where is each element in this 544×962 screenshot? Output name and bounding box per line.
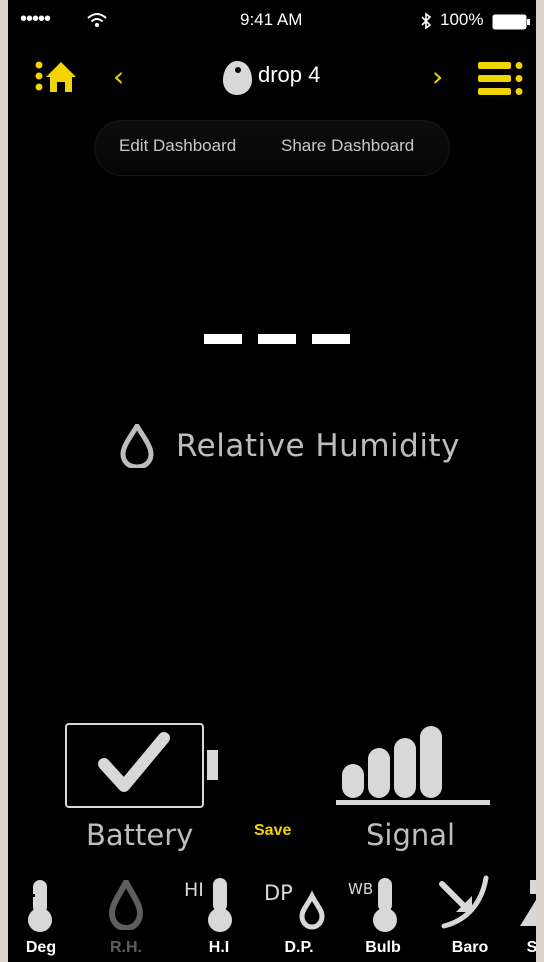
heat-index-icon: HI (184, 878, 232, 932)
prev-sensor-button[interactable]: ‹ (113, 60, 124, 93)
svg-text:HI: HI (184, 879, 204, 901)
drop-sensor-icon (223, 61, 252, 95)
dew-point-icon: DP (264, 881, 325, 930)
save-button[interactable]: Save (254, 822, 291, 840)
signal-label: Signal (366, 818, 456, 852)
battery-icon (492, 14, 530, 30)
share-dashboard-link[interactable]: Share Dashboard (281, 136, 414, 156)
bluetooth-icon (421, 12, 432, 30)
edit-dashboard-link[interactable]: Edit Dashboard (119, 136, 236, 156)
wet-bulb-icon: WB (348, 878, 397, 932)
next-sensor-button[interactable]: › (432, 60, 443, 93)
signal-dots: ••••• (20, 8, 51, 30)
barometer-icon (439, 875, 489, 929)
svg-text:WB: WB (348, 880, 373, 898)
battery-percent: 100% (440, 10, 484, 29)
svg-text:DP: DP (264, 881, 293, 905)
status-time: 9:41 AM (240, 10, 303, 29)
sensor-title[interactable]: drop 4 (258, 62, 320, 88)
partial-icon (520, 880, 536, 926)
home-menu-button[interactable] (34, 56, 78, 96)
signal-bars-icon (336, 726, 490, 805)
list-menu-icon[interactable] (478, 60, 524, 98)
battery-label: Battery (86, 818, 194, 852)
app-screen: ••••• 9:41 AM 100% ‹ drop 4 › Edit Dashb… (8, 0, 536, 962)
drop-icon (108, 880, 144, 930)
reading-label: Relative Humidity (176, 428, 460, 464)
wifi-icon (87, 13, 107, 27)
battery-check-icon (65, 723, 218, 808)
humidity-drop-icon (120, 424, 154, 468)
thermometer-icon (28, 880, 52, 932)
